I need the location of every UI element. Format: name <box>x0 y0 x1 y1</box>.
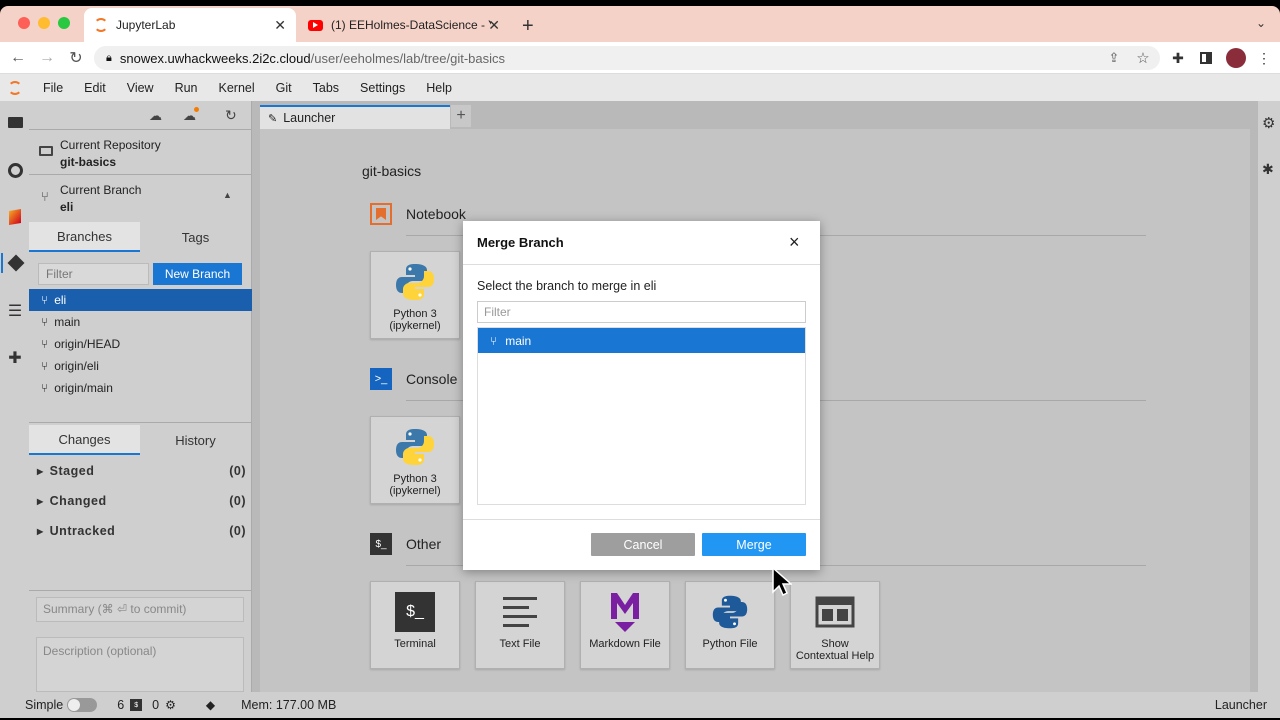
new-tab-button[interactable]: + <box>522 15 534 38</box>
merge-button[interactable]: Merge <box>702 533 806 556</box>
jupyter-favicon-icon <box>94 18 108 32</box>
url-path: /user/eeholmes/lab/tree/git-basics <box>310 50 506 66</box>
youtube-favicon-icon <box>308 19 323 31</box>
merge-branch-dialog: Merge Branch × Select the branch to merg… <box>463 221 820 570</box>
mouse-cursor-icon <box>772 567 792 597</box>
tab-search-icon[interactable]: ⌄ <box>1256 16 1266 30</box>
back-icon[interactable]: ← <box>8 48 28 68</box>
lock-icon: 🔒︎ <box>106 51 112 64</box>
share-icon[interactable]: ⇪ <box>1104 48 1124 68</box>
url-host: snowex.uwhackweeks.2i2c.cloud <box>119 50 311 66</box>
bookmark-star-icon[interactable]: ☆ <box>1133 48 1153 68</box>
merge-branch-label: main <box>505 333 532 348</box>
branch-icon: ⑂ <box>490 333 498 348</box>
cancel-button[interactable]: Cancel <box>591 533 695 556</box>
browser-tab-youtube[interactable]: (1) EEHolmes-DataScience - Yo ✕ <box>298 8 510 42</box>
forward-icon[interactable]: → <box>37 48 57 68</box>
browser-tab-label: (1) EEHolmes-DataScience - Yo <box>331 18 491 32</box>
close-tab-icon[interactable]: ✕ <box>274 17 286 34</box>
zoom-window-button[interactable] <box>58 17 70 29</box>
profile-avatar[interactable] <box>1226 48 1246 68</box>
close-icon[interactable]: × <box>789 233 800 251</box>
close-window-button[interactable] <box>18 17 30 29</box>
merge-filter-input[interactable]: Filter <box>477 301 806 323</box>
extensions-icon[interactable]: ✚ <box>1168 48 1188 68</box>
browser-tab-jupyterlab[interactable]: JupyterLab ✕ <box>84 8 296 42</box>
close-tab-icon[interactable]: ✕ <box>488 17 500 34</box>
sidepanel-icon[interactable] <box>1196 48 1216 68</box>
address-bar[interactable]: 🔒︎ snowex.uwhackweeks.2i2c.cloud/user/ee… <box>94 46 1160 70</box>
dialog-title: Merge Branch <box>477 235 564 250</box>
merge-branch-item[interactable]: ⑂ main <box>478 328 805 353</box>
browser-menu-icon[interactable]: ⋮ <box>1254 48 1274 68</box>
dialog-prompt: Select the branch to merge in eli <box>477 279 657 293</box>
minimize-window-button[interactable] <box>38 17 50 29</box>
browser-tab-label: JupyterLab <box>116 18 176 32</box>
merge-branch-list: ⑂ main <box>477 327 806 505</box>
reload-icon[interactable]: ↻ <box>66 48 86 68</box>
